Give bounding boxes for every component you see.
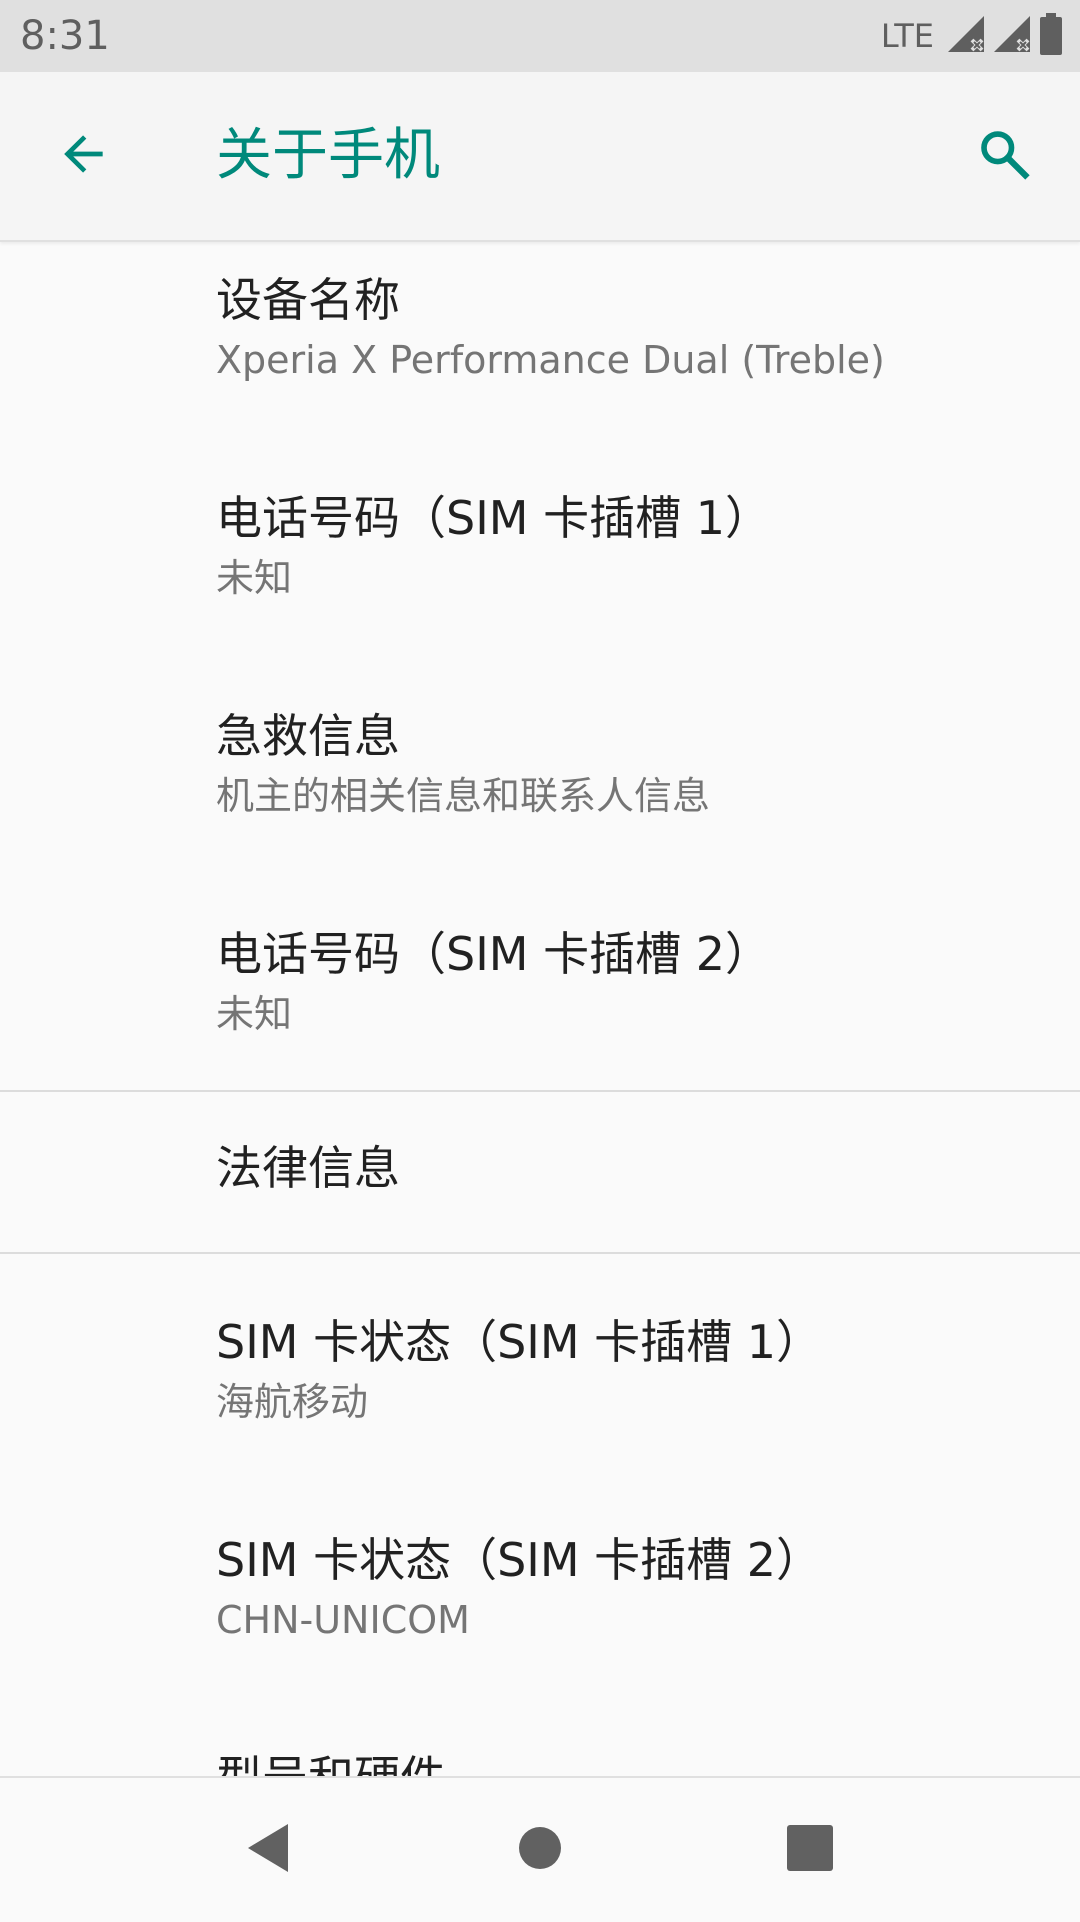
app-bar: 关于手机	[0, 72, 1080, 242]
item-title: 设备名称	[216, 273, 400, 327]
item-title: SIM 卡状态（SIM 卡插槽 1）	[216, 1315, 823, 1369]
list-item-model-hardware[interactable]: 型号和硬件	[0, 1690, 1080, 1776]
settings-list[interactable]: 设备名称 Xperia X Performance Dual (Treble) …	[0, 242, 1080, 1776]
status-time: 8:31	[20, 13, 110, 59]
item-title: 电话号码（SIM 卡插槽 2）	[216, 927, 771, 981]
list-item-phone-number-sim1[interactable]: 电话号码（SIM 卡插槽 1） 未知	[0, 460, 1080, 678]
item-subtitle: Xperia X Performance Dual (Treble)	[216, 338, 885, 382]
status-icons: LTE	[880, 13, 1064, 59]
status-bar: 8:31 LTE	[0, 0, 1080, 72]
signal-icon	[946, 14, 986, 58]
item-subtitle: CHN-UNICOM	[216, 1598, 470, 1642]
nav-back-button[interactable]	[228, 1810, 308, 1890]
item-subtitle: 机主的相关信息和联系人信息	[216, 774, 711, 818]
item-title: SIM 卡状态（SIM 卡插槽 2）	[216, 1533, 823, 1587]
item-subtitle: 未知	[216, 992, 293, 1036]
list-item-sim-status-2[interactable]: SIM 卡状态（SIM 卡插槽 2） CHN-UNICOM	[0, 1472, 1080, 1690]
page-title: 关于手机	[216, 123, 440, 188]
item-title: 电话号码（SIM 卡插槽 1）	[216, 491, 771, 545]
list-item-legal-info[interactable]: 法律信息	[0, 1092, 1080, 1252]
list-item-device-name[interactable]: 设备名称 Xperia X Performance Dual (Treble)	[0, 242, 1080, 460]
network-type-label: LTE	[880, 17, 934, 55]
back-arrow-icon	[56, 126, 112, 186]
list-item-sim-status-1[interactable]: SIM 卡状态（SIM 卡插槽 1） 海航移动	[0, 1254, 1080, 1472]
list-item-emergency-info[interactable]: 急救信息 机主的相关信息和联系人信息	[0, 678, 1080, 896]
item-subtitle: 海航移动	[216, 1380, 369, 1424]
navigation-bar	[0, 1776, 1080, 1922]
search-button[interactable]	[964, 116, 1044, 196]
recents-square-icon	[787, 1825, 833, 1875]
item-title: 法律信息	[216, 1141, 400, 1195]
back-button[interactable]	[44, 116, 124, 196]
signal-icon	[992, 14, 1032, 58]
item-subtitle: 未知	[216, 556, 293, 600]
nav-home-button[interactable]	[500, 1810, 580, 1890]
item-title: 急救信息	[216, 709, 400, 763]
battery-icon	[1038, 13, 1064, 59]
item-title: 型号和硬件	[216, 1750, 446, 1776]
home-circle-icon	[518, 1826, 562, 1874]
nav-recents-button[interactable]	[770, 1810, 850, 1890]
back-triangle-icon	[244, 1822, 292, 1878]
search-icon	[974, 124, 1034, 188]
